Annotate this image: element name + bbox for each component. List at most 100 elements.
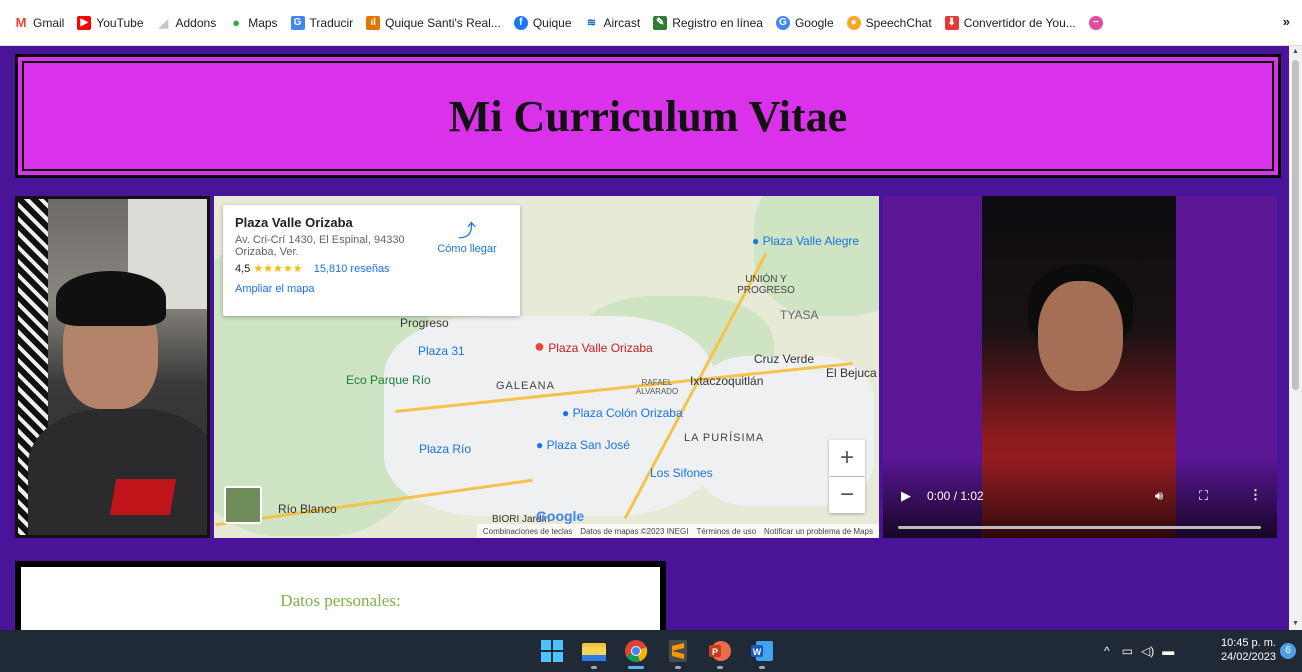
gmail-icon: M — [15, 15, 27, 30]
directions-icon: ⤴ — [458, 221, 476, 241]
scroll-thumb[interactable] — [1292, 60, 1299, 390]
map-label-progreso: Progreso — [400, 316, 449, 330]
more-options-icon[interactable]: ⋮ — [1249, 487, 1262, 503]
satellite-toggle-button[interactable] — [224, 486, 262, 524]
google-logo: Google — [536, 508, 585, 524]
map-data-attribution: Datos de mapas ©2023 INEGI — [580, 526, 689, 536]
clock-date: 24/02/2023 — [1220, 651, 1276, 663]
addons-icon: ◢ — [158, 15, 169, 30]
facebook-icon: f — [513, 15, 528, 30]
speechchat-icon: ● — [846, 15, 861, 30]
map-label-plaza-valle-alegre[interactable]: ● Plaza Valle Alegre — [752, 234, 859, 248]
bookmark-addons[interactable]: ◢ Addons — [157, 15, 216, 30]
zoom-in-button[interactable]: + — [829, 440, 865, 476]
map-label-rafael-alvarado: RAFAEL ALVARADO — [635, 378, 679, 396]
windows-start-icon — [541, 640, 563, 662]
maps-icon: ● — [232, 15, 241, 30]
play-icon[interactable]: ▶ — [901, 488, 911, 504]
map-footer: Combinaciones de teclas Datos de mapas ©… — [476, 524, 879, 538]
show-hidden-icons-icon[interactable]: ^ — [1104, 644, 1110, 658]
directions-button[interactable]: ⤴ Cómo llegar — [432, 217, 502, 255]
start-button[interactable] — [538, 637, 566, 665]
system-tray: ^ ▭ ◁) ▬ — [1104, 630, 1174, 672]
video-progress-bar[interactable] — [898, 526, 1261, 529]
bookmark-google[interactable]: G Google — [775, 15, 834, 30]
map-label-la-purisima: LA PURÍSIMA — [684, 432, 765, 444]
map-label-rio-blanco: Río Blanco — [278, 502, 337, 516]
google-icon: G — [775, 15, 790, 30]
page-viewport: Mi Curriculum Vitae Plaza Valle Orizaba … — [0, 46, 1289, 630]
bookmark-registro-en-linea[interactable]: ✎ Registro en línea — [653, 15, 763, 30]
analytics-icon: ıl — [366, 15, 381, 30]
folder-icon — [582, 643, 606, 661]
word-icon: W — [751, 641, 773, 661]
bookmark-speechchat[interactable]: ● SpeechChat — [846, 15, 932, 30]
fullscreen-icon[interactable]: ⛶ — [1199, 488, 1208, 504]
network-icon[interactable]: ▭ — [1122, 644, 1133, 658]
translate-icon: G — [290, 15, 305, 30]
windows-taskbar: P W ^ ▭ ◁) ▬ 10:45 p. m. 24/02/2023 6 — [0, 630, 1302, 672]
bookmarks-bar: M Gmail ▶ YouTube ◢ Addons ● Maps G Traducir … — [0, 0, 1302, 46]
registro-icon: ✎ — [653, 15, 668, 30]
place-address: Av. Cri-Crí 1430, El Espinal, 94330 Oriz… — [235, 234, 405, 258]
bookmark-gmail[interactable]: M Gmail — [14, 15, 65, 30]
aircast-icon: ≋ — [586, 17, 597, 29]
bookmark-aircast[interactable]: ≋ Aircast — [585, 16, 640, 30]
bookmark-unnamed[interactable]: − — [1088, 15, 1103, 30]
zoom-out-button[interactable]: − — [829, 477, 865, 513]
notification-badge[interactable]: 6 — [1280, 643, 1296, 659]
shopping-pin-icon: ● — [536, 438, 544, 452]
enlarge-map-link[interactable]: Ampliar el mapa — [235, 283, 508, 295]
video-player[interactable]: ▶ 0:00 / 1:02 🔊︎ ⛶ ⋮ — [883, 196, 1277, 538]
map-label-cruz-verde: Cruz Verde — [754, 352, 815, 366]
converter-icon: ⬇ — [944, 15, 959, 30]
keyboard-shortcuts-link[interactable]: Combinaciones de teclas — [483, 527, 572, 536]
profile-photo — [15, 196, 210, 538]
file-explorer-button[interactable] — [580, 637, 608, 669]
powerpoint-button[interactable]: P — [706, 637, 734, 669]
terms-link[interactable]: Términos de uso — [696, 527, 756, 536]
map-label-tyasa: TYASA — [780, 308, 819, 322]
bookmark-maps[interactable]: ● Maps — [229, 15, 277, 30]
system-clock[interactable]: 10:45 p. m. 24/02/2023 — [1221, 636, 1276, 664]
powerpoint-icon: P — [709, 641, 731, 661]
header-banner: Mi Curriculum Vitae — [15, 54, 1281, 178]
chrome-button[interactable] — [622, 637, 650, 669]
sublime-icon — [669, 640, 687, 662]
shopping-pin-icon: ● — [562, 406, 570, 420]
map-label-plaza-31[interactable]: Plaza 31 — [418, 344, 465, 358]
report-problem-link[interactable]: Notificar un problema de Maps — [764, 527, 873, 536]
scroll-down-icon[interactable]: ▼ — [1291, 620, 1300, 628]
video-controls: ▶ 0:00 / 1:02 🔊︎ ⛶ ⋮ — [883, 458, 1277, 538]
svg-text:P: P — [712, 647, 718, 657]
reviews-link[interactable]: 15,810 reseñas — [314, 263, 390, 275]
bookmark-traducir[interactable]: G Traducir — [290, 15, 353, 30]
bookmark-convertidor[interactable]: ⬇ Convertidor de You... — [944, 15, 1076, 30]
battery-icon[interactable]: ▬ — [1162, 644, 1174, 658]
volume-tray-icon[interactable]: ◁) — [1141, 644, 1154, 658]
bookmark-youtube[interactable]: ▶ YouTube — [77, 15, 144, 30]
sublime-text-button[interactable] — [664, 637, 692, 669]
volume-icon[interactable]: 🔊︎ — [1155, 488, 1163, 504]
map-label-plaza-valle-orizaba[interactable]: ● Plaza Valle Orizaba — [534, 336, 653, 357]
star-rating-icon: ★★★★★ — [253, 263, 303, 275]
clock-time: 10:45 p. m. — [1220, 637, 1276, 649]
embedded-map[interactable]: Plaza Valle Orizaba Av. Cri-Crí 1430, El… — [214, 196, 879, 538]
bookmark-quique[interactable]: f Quique — [513, 15, 572, 30]
bookmark-quique-santis-real[interactable]: ıl Quique Santi's Real... — [366, 15, 501, 30]
map-label-plaza-colon-orizaba[interactable]: ● Plaza Colón Orizaba — [562, 406, 683, 420]
map-label-plaza-san-jose[interactable]: ● Plaza San José — [536, 438, 630, 452]
page-scrollbar[interactable]: ▲ ▼ — [1289, 46, 1302, 630]
word-button[interactable]: W — [748, 637, 776, 669]
map-label-plaza-rio[interactable]: Plaza Río — [419, 442, 471, 456]
map-label-union-y-progreso: UNIÓN Y PROGRESO — [737, 274, 795, 296]
map-label-eco-parque-rio[interactable]: Eco Parque Río — [346, 373, 431, 387]
map-label-el-bejuca: El Bejuca — [826, 366, 877, 380]
scroll-up-icon[interactable]: ▲ — [1291, 48, 1300, 56]
bookmark-pink-icon: − — [1088, 15, 1103, 30]
more-bookmarks-button[interactable]: » — [1283, 14, 1290, 29]
personal-data-heading: Datos personales: — [280, 591, 401, 610]
chrome-icon — [625, 640, 648, 663]
map-label-los-sifones[interactable]: Los Sifones — [650, 466, 713, 480]
video-time: 0:00 / 1:02 — [927, 489, 984, 503]
